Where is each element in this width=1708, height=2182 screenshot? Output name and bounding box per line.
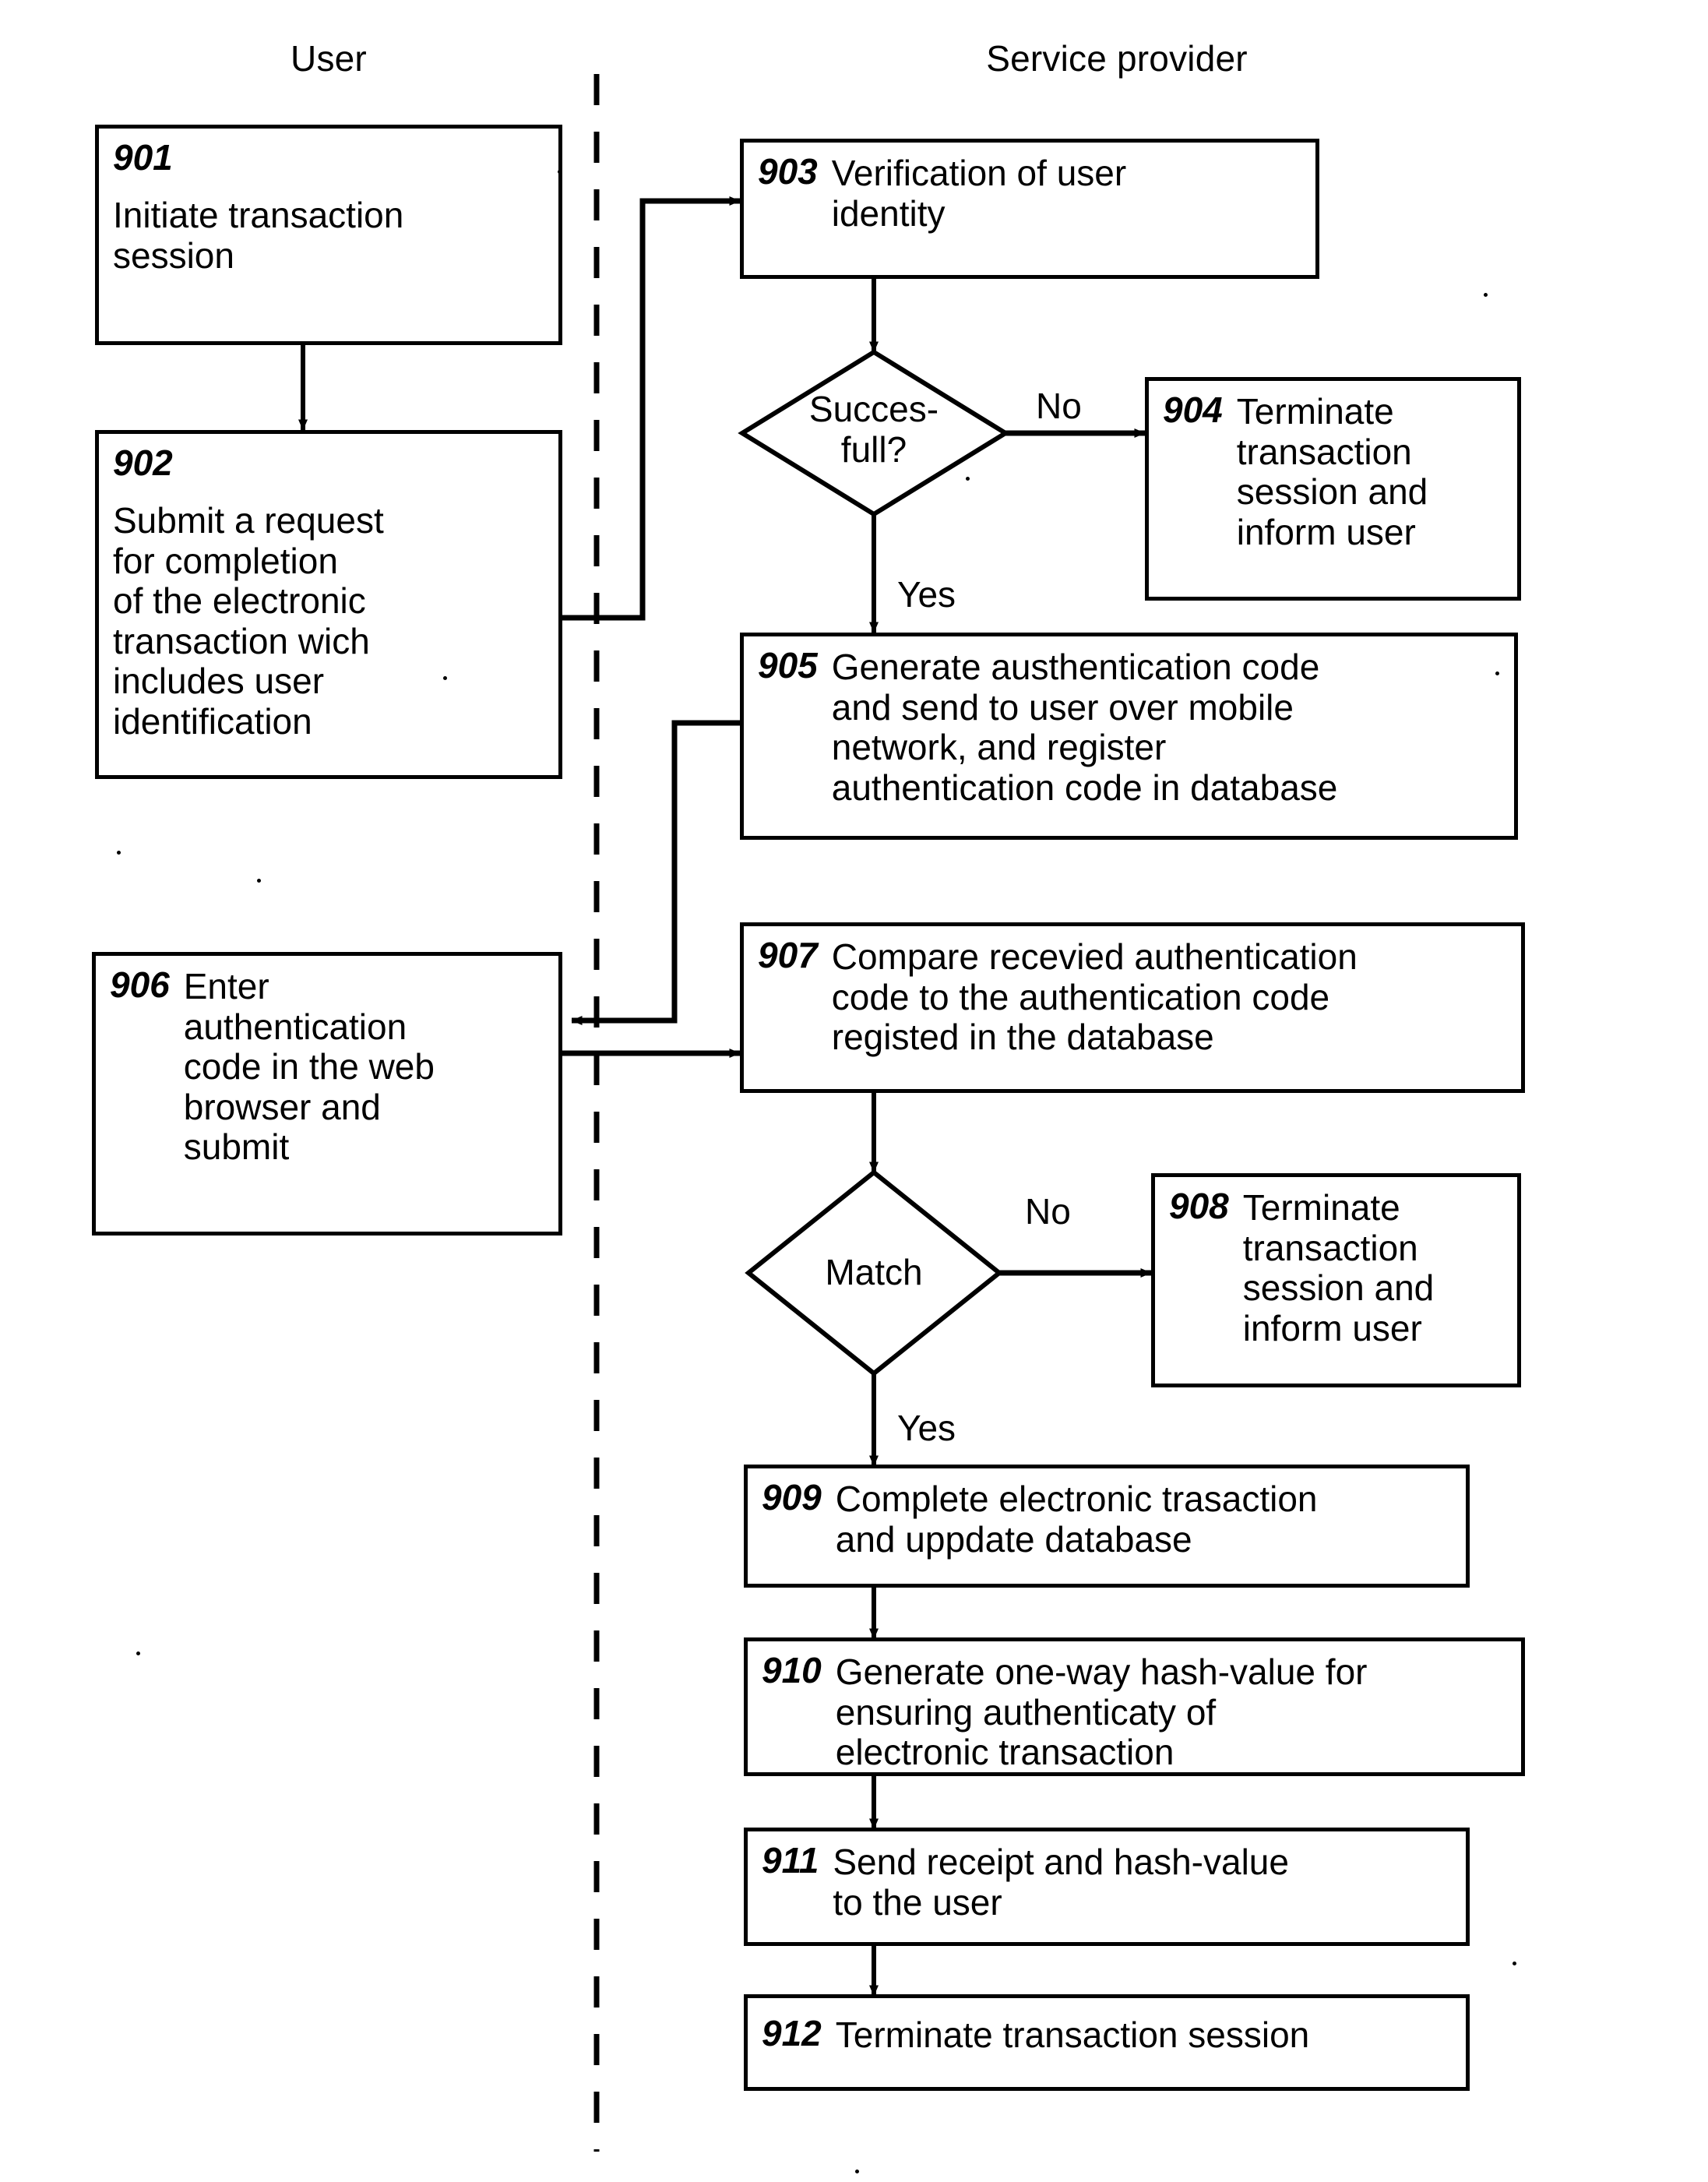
- node-910-number: 910: [762, 1650, 822, 1690]
- node-909[interactable]: 909 Complete electronic trasaction and u…: [744, 1465, 1470, 1588]
- node-909-text: Complete electronic trasaction and uppda…: [835, 1479, 1318, 1560]
- node-901[interactable]: 901 Initiate transaction session: [95, 125, 562, 345]
- node-912-text: Terminate transaction session: [835, 2015, 1310, 2055]
- node-905-text: Generate austhentication code and send t…: [831, 647, 1338, 808]
- scan-speck: [966, 477, 970, 481]
- scan-speck: [443, 676, 447, 680]
- decision-match-label: Match: [825, 1252, 923, 1292]
- scan-speck: [855, 2170, 859, 2173]
- node-903-text: Verification of user identity: [831, 153, 1127, 234]
- node-908[interactable]: 908 Terminate transaction session and in…: [1151, 1173, 1521, 1387]
- node-904-number: 904: [1163, 390, 1223, 430]
- node-911-number: 911: [762, 1840, 819, 1881]
- node-906-text: Enter authentication code in the web bro…: [183, 966, 435, 1168]
- scan-speck: [1484, 293, 1488, 297]
- scan-speck: [558, 170, 562, 174]
- scan-speck: [257, 879, 261, 883]
- edge-905-906: [571, 720, 748, 1025]
- node-901-text: Initiate transaction session: [113, 195, 404, 276]
- node-906[interactable]: 906 Enter authentication code in the web…: [92, 952, 562, 1236]
- scan-speck: [117, 851, 121, 855]
- node-910[interactable]: 910 Generate one-way hash-value for ensu…: [744, 1637, 1525, 1776]
- lane-title-service-provider: Service provider: [986, 38, 1248, 79]
- node-910-text: Generate one-way hash-value for ensuring…: [835, 1651, 1368, 1773]
- scan-speck: [1495, 672, 1499, 675]
- edge-label-yes-2: Yes: [897, 1408, 956, 1448]
- node-902[interactable]: 902 Submit a request for completion of t…: [95, 430, 562, 779]
- node-905-number: 905: [758, 645, 818, 686]
- node-904[interactable]: 904 Terminate transaction session and in…: [1145, 377, 1521, 601]
- edge-label-no-1: No: [1036, 386, 1082, 426]
- node-909-number: 909: [762, 1477, 822, 1518]
- node-912-number: 912: [762, 2013, 822, 2053]
- decision-successfull-label: Succes- full?: [808, 389, 939, 470]
- node-912[interactable]: 912 Terminate transaction session: [744, 1994, 1470, 2091]
- node-908-number: 908: [1169, 1186, 1229, 1226]
- node-907-number: 907: [758, 935, 818, 975]
- node-911-text: Send receipt and hash-value to the user: [833, 1842, 1289, 1923]
- node-903[interactable]: 903 Verification of user identity: [740, 139, 1319, 279]
- scan-speck: [136, 1651, 140, 1655]
- edge-label-yes-1: Yes: [897, 574, 956, 615]
- lane-title-user: User: [291, 38, 367, 79]
- node-907[interactable]: 907 Compare recevied authentication code…: [740, 922, 1525, 1093]
- node-906-number: 906: [110, 964, 170, 1005]
- node-902-number: 902: [113, 442, 173, 483]
- node-904-text: Terminate transaction session and inform…: [1236, 391, 1428, 552]
- node-902-text: Submit a request for completion of the e…: [113, 500, 384, 742]
- node-907-text: Compare recevied authentication code to …: [831, 936, 1358, 1058]
- node-911[interactable]: 911 Send receipt and hash-value to the u…: [744, 1828, 1470, 1946]
- edge-902-903: [562, 196, 741, 621]
- node-903-number: 903: [758, 151, 818, 192]
- flowchart-canvas: User Service provider 901 Initiate trans…: [0, 0, 1708, 2182]
- edge-label-no-2: No: [1025, 1191, 1071, 1232]
- scan-speck: [1513, 1962, 1516, 1965]
- node-905[interactable]: 905 Generate austhentication code and se…: [740, 633, 1518, 840]
- node-901-number: 901: [113, 137, 173, 178]
- node-908-text: Terminate transaction session and inform…: [1242, 1187, 1435, 1348]
